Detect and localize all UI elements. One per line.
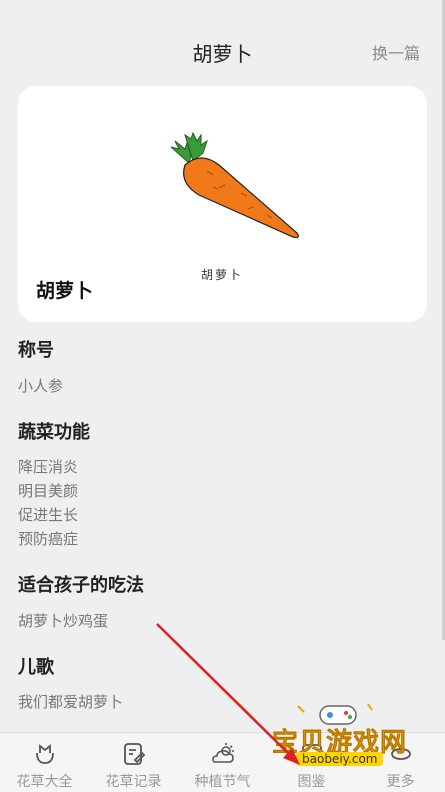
switch-article-button[interactable]: 换一篇 [372, 40, 420, 64]
section-heading: 蔬菜功能 [18, 421, 90, 443]
weather-cloud-icon [211, 743, 234, 763]
section-item: 胡萝卜炒鸡蛋 [18, 611, 109, 630]
watermark-logo: 宝贝游戏网 baobeiy.com [268, 700, 418, 780]
header: 胡萝卜 换一篇 [0, 0, 445, 80]
image-caption: 胡萝卜 [201, 268, 244, 282]
section-item: 小人参 [18, 376, 64, 395]
section-item: 降压消炎 [18, 458, 79, 477]
tab-label: 种植节气 [194, 774, 251, 790]
watermark-url: baobeiy.com [296, 752, 384, 766]
article-content[interactable]: 称号 小人参 蔬菜功能 降压消炎 明目美颜 促进生长 预防癌症 适合孩子的吃法 … [18, 340, 428, 732]
section-recipe: 适合孩子的吃法 胡萝卜炒鸡蛋 [18, 575, 428, 633]
note-edit-icon [123, 743, 145, 765]
section-heading: 称号 [18, 340, 54, 361]
tab-label: 花草大全 [16, 774, 73, 790]
section-functions: 蔬菜功能 降压消炎 明目美颜 促进生长 预防癌症 [18, 422, 428, 552]
section-item: 促进生长 [18, 506, 79, 525]
flower-icon [35, 744, 54, 764]
section-heading: 儿歌 [18, 656, 54, 678]
tab-records[interactable]: 花草记录 [89, 733, 178, 792]
section-title-nickname: 称号 小人参 [18, 340, 428, 398]
section-item: 明目美颜 [18, 482, 79, 501]
card-title: 胡萝卜 [36, 280, 94, 302]
carrot-illustration [170, 131, 299, 239]
section-item: 预防癌症 [18, 530, 79, 549]
tab-solar-terms[interactable]: 种植节气 [178, 733, 267, 792]
tab-flowers[interactable]: 花草大全 [0, 733, 89, 792]
tab-label: 花草记录 [105, 774, 162, 790]
vegetable-card: 胡萝卜 胡萝卜 [18, 86, 427, 322]
section-heading: 适合孩子的吃法 [18, 575, 144, 597]
